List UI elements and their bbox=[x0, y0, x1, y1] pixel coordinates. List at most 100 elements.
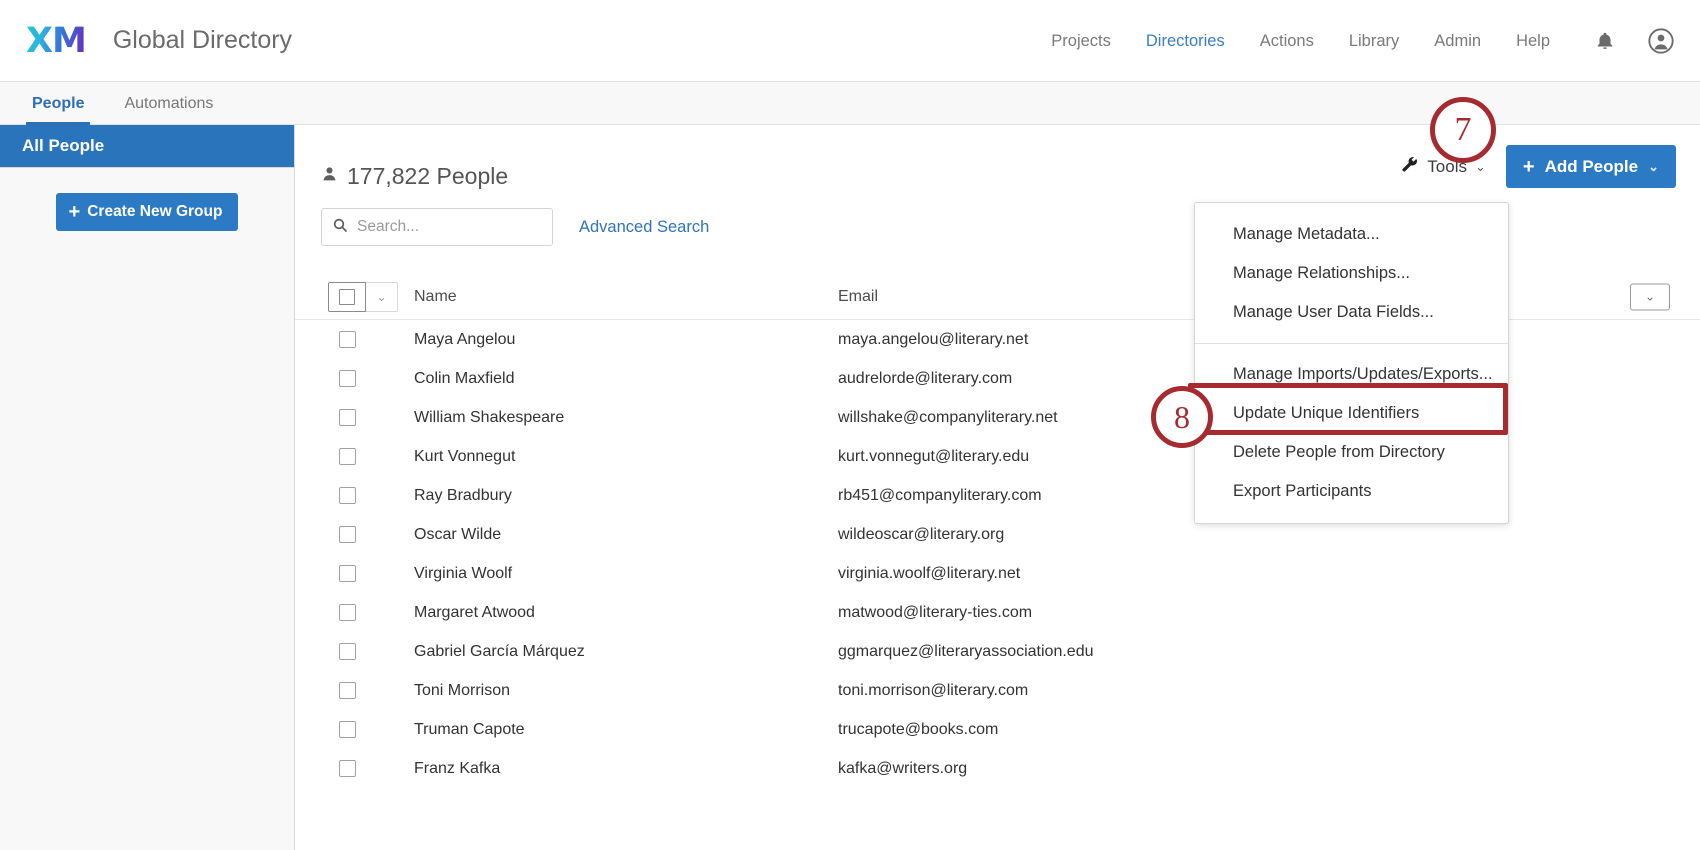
select-all-control: ⌄ bbox=[328, 282, 398, 312]
cell-name: Truman Capote bbox=[398, 721, 838, 739]
chevron-down-icon: ⌄ bbox=[376, 290, 386, 304]
tab-people[interactable]: People bbox=[26, 95, 90, 124]
menu-divider bbox=[1195, 343, 1508, 344]
row-select-cell bbox=[328, 331, 398, 348]
row-checkbox[interactable] bbox=[339, 643, 356, 660]
row-checkbox[interactable] bbox=[339, 409, 356, 426]
row-checkbox[interactable] bbox=[339, 526, 356, 543]
app-root: XM Global Directory Projects Directories… bbox=[0, 0, 1700, 850]
annotation-badge-7: 7 bbox=[1430, 97, 1496, 163]
cell-name: Maya Angelou bbox=[398, 331, 838, 349]
nav-item-admin[interactable]: Admin bbox=[1434, 32, 1481, 51]
menu-item-manage-metadata[interactable]: Manage Metadata... bbox=[1195, 215, 1508, 254]
row-select-cell bbox=[328, 526, 398, 543]
create-new-group-button[interactable]: + Create New Group bbox=[56, 193, 239, 231]
create-group-area: + Create New Group bbox=[0, 193, 294, 231]
search-box[interactable] bbox=[321, 208, 553, 246]
tools-dropdown-menu: Manage Metadata... Manage Relationships.… bbox=[1194, 202, 1509, 524]
header-icon-group bbox=[1590, 0, 1676, 82]
row-select-cell bbox=[328, 760, 398, 777]
cell-email: wildeoscar@literary.org bbox=[838, 526, 1004, 544]
row-select-cell bbox=[328, 409, 398, 426]
select-all-dropdown[interactable]: ⌄ bbox=[366, 282, 398, 312]
row-select-cell bbox=[328, 565, 398, 582]
row-checkbox[interactable] bbox=[339, 682, 356, 699]
plus-icon: + bbox=[1523, 157, 1535, 177]
cell-name: Margaret Atwood bbox=[398, 604, 838, 622]
account-avatar-icon[interactable] bbox=[1646, 26, 1676, 56]
cell-email: willshake@companyliterary.net bbox=[838, 409, 1058, 427]
row-checkbox[interactable] bbox=[339, 370, 356, 387]
row-checkbox[interactable] bbox=[339, 565, 356, 582]
add-people-label: Add People bbox=[1545, 157, 1639, 177]
row-checkbox[interactable] bbox=[339, 721, 356, 738]
tab-automations[interactable]: Automations bbox=[118, 95, 219, 124]
search-input[interactable] bbox=[357, 218, 542, 236]
row-select-cell bbox=[328, 682, 398, 699]
search-icon bbox=[332, 217, 348, 238]
cell-email: ggmarquez@literaryassociation.edu bbox=[838, 643, 1093, 661]
brand-area[interactable]: XM Global Directory bbox=[26, 21, 292, 61]
row-select-cell bbox=[328, 643, 398, 660]
row-select-cell bbox=[328, 370, 398, 387]
row-select-cell bbox=[328, 721, 398, 738]
select-all-checkbox[interactable] bbox=[328, 282, 366, 312]
sidebar-item-label: All People bbox=[22, 136, 104, 156]
column-header-email[interactable]: Email bbox=[838, 288, 878, 306]
cell-email: rb451@companyliterary.com bbox=[838, 487, 1042, 505]
row-select-cell bbox=[328, 487, 398, 504]
annotation-badge-8: 8 bbox=[1151, 386, 1213, 448]
cell-name: William Shakespeare bbox=[398, 409, 838, 427]
table-row[interactable]: Truman Capotetrucapote@books.com bbox=[295, 710, 1700, 749]
menu-item-delete-people-from-directory[interactable]: Delete People from Directory bbox=[1195, 433, 1508, 472]
person-icon bbox=[321, 163, 338, 190]
xm-logo: XM bbox=[26, 21, 86, 61]
table-row[interactable]: Virginia Woolfvirginia.woolf@literary.ne… bbox=[295, 554, 1700, 593]
notifications-bell-icon[interactable] bbox=[1590, 26, 1620, 56]
table-row[interactable]: Gabriel García Márquezggmarquez@literary… bbox=[295, 632, 1700, 671]
cell-email: audrelorde@literary.com bbox=[838, 370, 1012, 388]
page-title: Global Directory bbox=[113, 26, 292, 55]
menu-item-manage-relationships[interactable]: Manage Relationships... bbox=[1195, 254, 1508, 293]
cell-email: trucapote@books.com bbox=[838, 721, 998, 739]
cell-name: Toni Morrison bbox=[398, 682, 838, 700]
advanced-search-link[interactable]: Advanced Search bbox=[579, 218, 709, 237]
plus-icon: + bbox=[69, 202, 81, 222]
add-people-button[interactable]: + Add People ⌄ bbox=[1506, 145, 1676, 188]
groups-sidebar: All People + Create New Group bbox=[0, 125, 295, 850]
nav-item-projects[interactable]: Projects bbox=[1051, 32, 1111, 51]
row-checkbox[interactable] bbox=[339, 760, 356, 777]
nav-item-directories[interactable]: Directories bbox=[1146, 32, 1225, 51]
row-select-cell bbox=[328, 448, 398, 465]
cell-email: maya.angelou@literary.net bbox=[838, 331, 1028, 349]
column-header-name[interactable]: Name bbox=[398, 288, 838, 306]
row-checkbox[interactable] bbox=[339, 448, 356, 465]
row-checkbox[interactable] bbox=[339, 604, 356, 621]
nav-item-actions[interactable]: Actions bbox=[1260, 32, 1314, 51]
cell-name: Virginia Woolf bbox=[398, 565, 838, 583]
people-count: 177,822 People bbox=[321, 163, 508, 190]
cell-email: virginia.woolf@literary.net bbox=[838, 565, 1020, 583]
row-checkbox[interactable] bbox=[339, 331, 356, 348]
chevron-down-icon: ⌄ bbox=[1475, 159, 1486, 175]
sidebar-item-all-people[interactable]: All People bbox=[0, 125, 294, 168]
nav-item-help[interactable]: Help bbox=[1516, 32, 1550, 51]
wrench-icon bbox=[1400, 155, 1419, 179]
table-row[interactable]: Franz Kafkakafka@writers.org bbox=[295, 749, 1700, 788]
nav-item-library[interactable]: Library bbox=[1349, 32, 1399, 51]
cell-name: Colin Maxfield bbox=[398, 370, 838, 388]
people-count-label: 177,822 People bbox=[347, 163, 508, 190]
create-new-group-label: Create New Group bbox=[87, 203, 222, 221]
menu-item-manage-user-data-fields[interactable]: Manage User Data Fields... bbox=[1195, 293, 1508, 332]
cell-email: matwood@literary-ties.com bbox=[838, 604, 1032, 622]
row-checkbox[interactable] bbox=[339, 487, 356, 504]
cell-email: toni.morrison@literary.com bbox=[838, 682, 1028, 700]
menu-item-export-participants[interactable]: Export Participants bbox=[1195, 472, 1508, 511]
table-row[interactable]: Margaret Atwoodmatwood@literary-ties.com bbox=[295, 593, 1700, 632]
row-select-cell bbox=[328, 604, 398, 621]
cell-email: kurt.vonnegut@literary.edu bbox=[838, 448, 1029, 466]
top-header-bar: XM Global Directory Projects Directories… bbox=[0, 0, 1700, 82]
table-row[interactable]: Toni Morrisontoni.morrison@literary.com bbox=[295, 671, 1700, 710]
primary-navigation: Projects Directories Actions Library Adm… bbox=[1051, 0, 1550, 82]
column-options-button[interactable]: ⌄ bbox=[1630, 283, 1670, 310]
